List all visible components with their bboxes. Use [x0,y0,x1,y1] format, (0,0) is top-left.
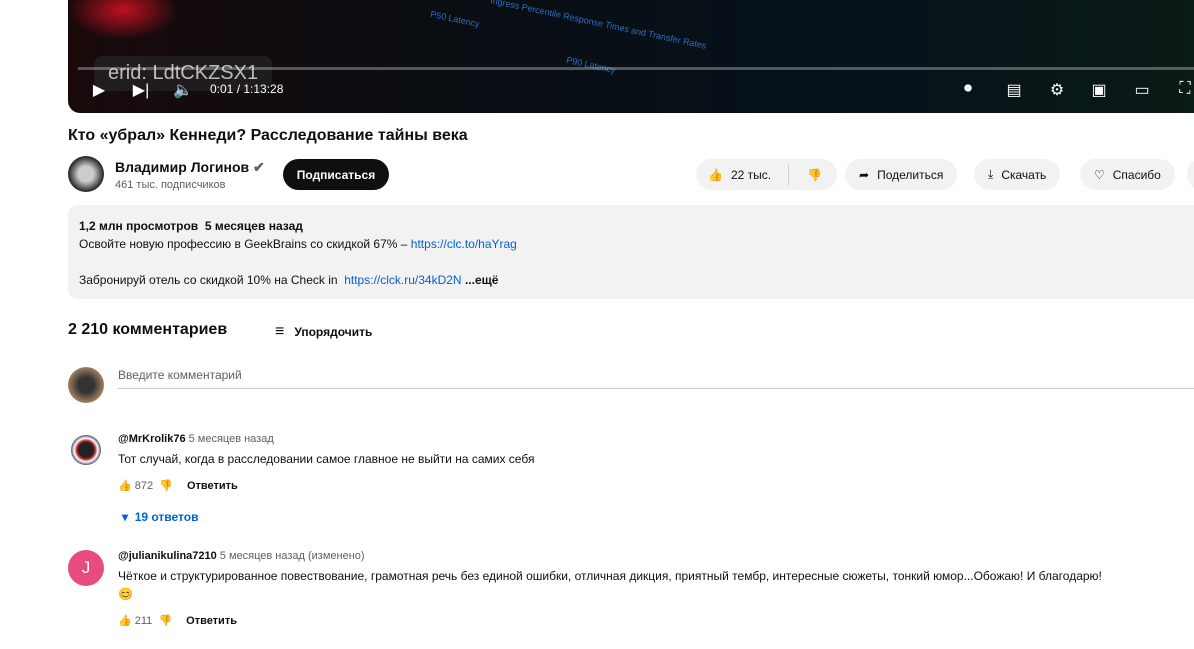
subtitles-icon[interactable]: ▤ [1003,80,1025,100]
comment-text: Тот случай, когда в расследовании самое … [118,452,535,466]
comments-count: 2 210 комментариев [68,321,228,338]
subscriber-count: 461 тыс. подписчиков [115,179,226,191]
theater-mode-icon[interactable]: ▭ [1131,80,1153,100]
comment-time[interactable]: 5 месяцев назад (изменено) [220,550,365,562]
video-frame-text: Ingress Percentile Response Times and Tr… [489,0,708,51]
autoplay-toggle[interactable]: ⏺ [953,80,983,100]
sort-label: Упорядочить [294,325,373,339]
description-link[interactable]: https://clc.to/haYrag [411,237,517,251]
play-icon[interactable]: ▶ [88,80,110,100]
thanks-button[interactable]: ♡ Спасибо [1080,159,1175,190]
comment-like-count: 211 [134,614,153,627]
replies-count: 19 ответов [134,510,199,524]
channel-avatar[interactable] [68,156,104,192]
settings-icon[interactable]: ⚙ [1046,80,1068,100]
description-box[interactable]: 1,2 млн просмотров 5 месяцев назад Освой… [68,205,1194,299]
subscribe-button[interactable]: Подписаться [283,159,389,190]
share-button[interactable]: ➦ Поделиться [845,159,958,190]
volume-icon[interactable]: 🔈 [172,80,194,100]
comment-text: Чёткое и структурированное повествование… [118,569,1102,583]
like-dislike-group: 👍 22 тыс. 👎 [696,159,837,190]
thumbs-up-icon[interactable]: 👍 [118,479,132,492]
smile-emoji: 😊 [118,587,133,601]
video-title: Кто «убрал» Кеннеди? Расследование тайны… [68,127,468,144]
video-player[interactable]: Ingress Percentile Response Times and Tr… [68,0,1194,113]
thanks-label: Спасибо [1112,167,1161,182]
reply-button[interactable]: Ответить [186,615,237,627]
comment-time[interactable]: 5 месяцев назад [189,433,274,445]
description-text: Освойте новую профессию в GeekBrains со … [79,237,411,251]
user-avatar [68,367,104,403]
channel-name[interactable]: Владимир Логинов ✔ [115,159,265,176]
description-text: Забронируй отель со скидкой 10% на Check… [79,273,345,287]
comment-author[interactable]: @MrKrolik76 [118,433,186,445]
video-frame-highlight [68,0,178,40]
channel-name-text: Владимир Логинов [115,159,250,175]
share-label: Поделиться [877,167,944,182]
like-count: 22 тыс. [730,167,772,182]
thumbs-down-icon[interactable]: 👎 [159,479,173,492]
dislike-button[interactable]: 👎 [797,168,822,182]
download-label: Скачать [1001,167,1047,182]
view-count-date: 1,2 млн просмотров 5 месяцев назад [79,219,303,233]
caret-down-icon: ▾ [122,510,129,524]
show-replies-button[interactable]: ▾ 19 ответов [122,510,198,524]
description-link[interactable]: https://clck.ru/34kD2N [344,273,461,287]
next-icon[interactable]: ▶| [130,80,152,100]
thumbs-up-icon: 👍 [708,167,723,182]
comment-input[interactable]: Введите комментарий [118,368,1194,389]
time-display: 0:01 / 1:13:28 [210,82,284,96]
share-icon: ➦ [859,167,870,182]
sort-button[interactable]: ≡ Упорядочить [275,323,372,341]
video-frame-text: P90 Latency [565,54,617,76]
more-actions-button[interactable] [1187,159,1194,190]
comment-author[interactable]: @julianikulina7210 [118,550,217,562]
thumbs-down-icon: 👎 [807,167,822,182]
reply-button[interactable]: Ответить [187,480,238,492]
verified-icon: ✔ [253,159,265,175]
progress-bar[interactable] [78,67,1194,70]
miniplayer-icon[interactable]: ▣ [1088,80,1110,100]
fullscreen-icon[interactable]: ⛶ [1174,80,1194,100]
thumbs-up-icon[interactable]: 👍 [118,614,132,627]
sort-icon: ≡ [275,323,285,340]
comment-like-count: 872 [134,479,154,492]
show-more-button[interactable]: ...ещё [465,273,498,287]
thanks-heart-icon: ♡ [1094,167,1105,182]
comment-avatar[interactable] [71,435,101,465]
thumbs-down-icon[interactable]: 👎 [158,614,172,627]
download-icon: ⤓ [988,167,994,181]
video-frame-text: P50 Latency [429,8,481,30]
like-button[interactable]: 👍 22 тыс. [696,164,789,185]
download-button[interactable]: ⤓ Скачать [974,159,1061,190]
comment-avatar[interactable]: J [68,550,104,586]
